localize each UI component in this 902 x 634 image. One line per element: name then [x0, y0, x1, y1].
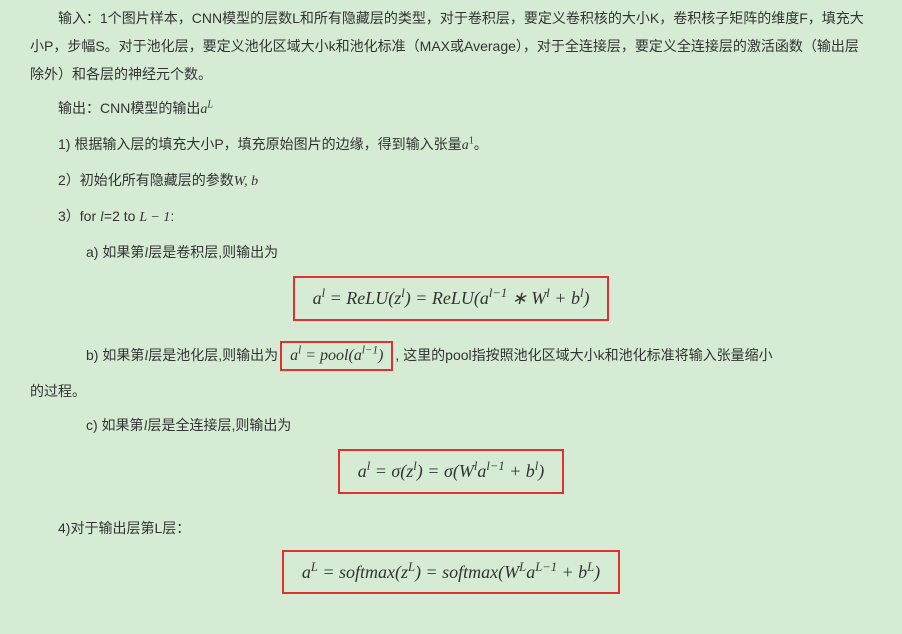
- fb-lm1: l−1: [362, 345, 378, 357]
- step3-expr: L − 1: [139, 210, 170, 225]
- fd-eq: =: [318, 562, 339, 582]
- fd-z: z: [401, 562, 408, 582]
- step2-math: W, b: [234, 174, 258, 189]
- fc-plus: +: [505, 461, 526, 481]
- step2-line: 2）初始化所有隐藏层的参数W, b: [30, 166, 872, 196]
- step3c-pre: c) 如果第: [86, 417, 144, 433]
- fd-b: b: [578, 562, 587, 582]
- fa-eq: =: [325, 288, 346, 308]
- fa-a: a: [313, 288, 322, 308]
- fb-a2: a: [354, 347, 362, 364]
- output-line: 输出：CNN模型的输出aL: [30, 94, 872, 124]
- formula-b-box: al = pool(al−1): [280, 341, 393, 371]
- formula-c-row: al = σ(zl) = σ(Wlal−1 + bl): [30, 449, 872, 494]
- fc-rp2: ): [538, 461, 544, 481]
- formula-c-box: al = σ(zl) = σ(Wlal−1 + bl): [338, 449, 565, 494]
- math-var-a: a: [462, 138, 469, 153]
- fc-eq2: =: [423, 461, 444, 481]
- formula-d-row: aL = softmax(zL) = softmax(WLaL−1 + bL): [30, 550, 872, 595]
- step1-post: 。: [474, 136, 488, 152]
- fc-W: W: [459, 461, 474, 481]
- output-math: aL: [200, 102, 213, 117]
- fa-W: W: [531, 288, 546, 308]
- step3b-mid: 层是池化层,则输出为: [148, 347, 278, 363]
- fc-sigma: σ: [391, 461, 400, 481]
- step3c-post: 层是全连接层,则输出为: [147, 417, 291, 433]
- fd-sm2: softmax: [442, 562, 498, 582]
- fd-a2: a: [526, 562, 535, 582]
- fb-eq: =: [301, 347, 320, 364]
- step2-pretext: 2）初始化所有隐藏层的参数: [58, 172, 234, 188]
- fa-relu: ReLU: [346, 288, 388, 308]
- step3b-line: b) 如果第l层是池化层,则输出为al = pool(al−1), 这里的poo…: [30, 341, 872, 371]
- step3-line: 3）for l=2 to L − 1:: [30, 202, 872, 232]
- step3b-line2: 的过程。: [30, 377, 872, 405]
- formula-a-row: al = ReLU(zl) = ReLU(al−1 ∗ Wl + bl): [30, 276, 872, 321]
- fc-b: b: [526, 461, 535, 481]
- fa-rp2: ): [583, 288, 589, 308]
- step3a-line: a) 如果第l层是卷积层,则输出为: [30, 238, 872, 268]
- step3-pre: 3）for: [58, 208, 100, 224]
- step3b-post-a: , 这里的pool指按照池化区域大小k和池化标准将输入张量缩小: [395, 347, 772, 363]
- output-pretext: 输出：CNN模型的输出: [58, 100, 200, 116]
- fd-zL: L: [408, 560, 415, 574]
- fd-W: W: [504, 562, 519, 582]
- fa-plus: +: [550, 288, 571, 308]
- fd-eq2: =: [421, 562, 442, 582]
- fd-a: a: [302, 562, 311, 582]
- formula-d-box: aL = softmax(zL) = softmax(WLaL−1 + bL): [282, 550, 620, 595]
- fa-a2: a: [480, 288, 489, 308]
- math-sup-L: L: [207, 99, 213, 110]
- step1-pretext: 1) 根据输入层的填充大小P，填充原始图片的边缘，得到输入张量: [58, 136, 462, 152]
- formula-a-box: al = ReLU(zl) = ReLU(al−1 ∗ Wl + bl): [293, 276, 610, 321]
- fa-b: b: [571, 288, 580, 308]
- step3a-post: 层是卷积层,则输出为: [148, 244, 278, 260]
- fc-a2: a: [477, 461, 486, 481]
- step3a-pre: a) 如果第: [86, 244, 144, 260]
- fa-relu2: ReLU: [432, 288, 474, 308]
- fb-a: a: [290, 347, 298, 364]
- fa-eq2: =: [411, 288, 432, 308]
- step4-line: 4)对于输出层第L层：: [30, 514, 872, 542]
- fa-lm1: l−1: [489, 286, 507, 300]
- fd-sm: softmax: [339, 562, 395, 582]
- fc-lm1: l−1: [486, 459, 504, 473]
- fc-a: a: [358, 461, 367, 481]
- fb-pool: pool: [320, 347, 348, 364]
- step1-line: 1) 根据输入层的填充大小P，填充原始图片的边缘，得到输入张量a1。: [30, 130, 872, 160]
- step1-math: a1: [462, 138, 474, 153]
- document-body: 输入：1个图片样本，CNN模型的层数L和所有隐藏层的类型，对于卷积层，要定义卷积…: [0, 0, 902, 634]
- fd-Lm1: L−1: [535, 560, 557, 574]
- fb-rp: ): [378, 347, 383, 364]
- fa-star: ∗: [507, 288, 531, 308]
- step3b-pre: b) 如果第: [86, 347, 144, 363]
- fc-sigma2: σ: [444, 461, 453, 481]
- fd-plus: +: [557, 562, 578, 582]
- fd-rp2: ): [594, 562, 600, 582]
- step3-post: :: [170, 208, 174, 224]
- fc-eq: =: [370, 461, 391, 481]
- step3-mid: =2 to: [104, 208, 139, 224]
- step3c-line: c) 如果第l层是全连接层,则输出为: [30, 411, 872, 441]
- intro-paragraph: 输入：1个图片样本，CNN模型的层数L和所有隐藏层的类型，对于卷积层，要定义卷积…: [30, 4, 872, 88]
- fd-L: L: [311, 560, 318, 574]
